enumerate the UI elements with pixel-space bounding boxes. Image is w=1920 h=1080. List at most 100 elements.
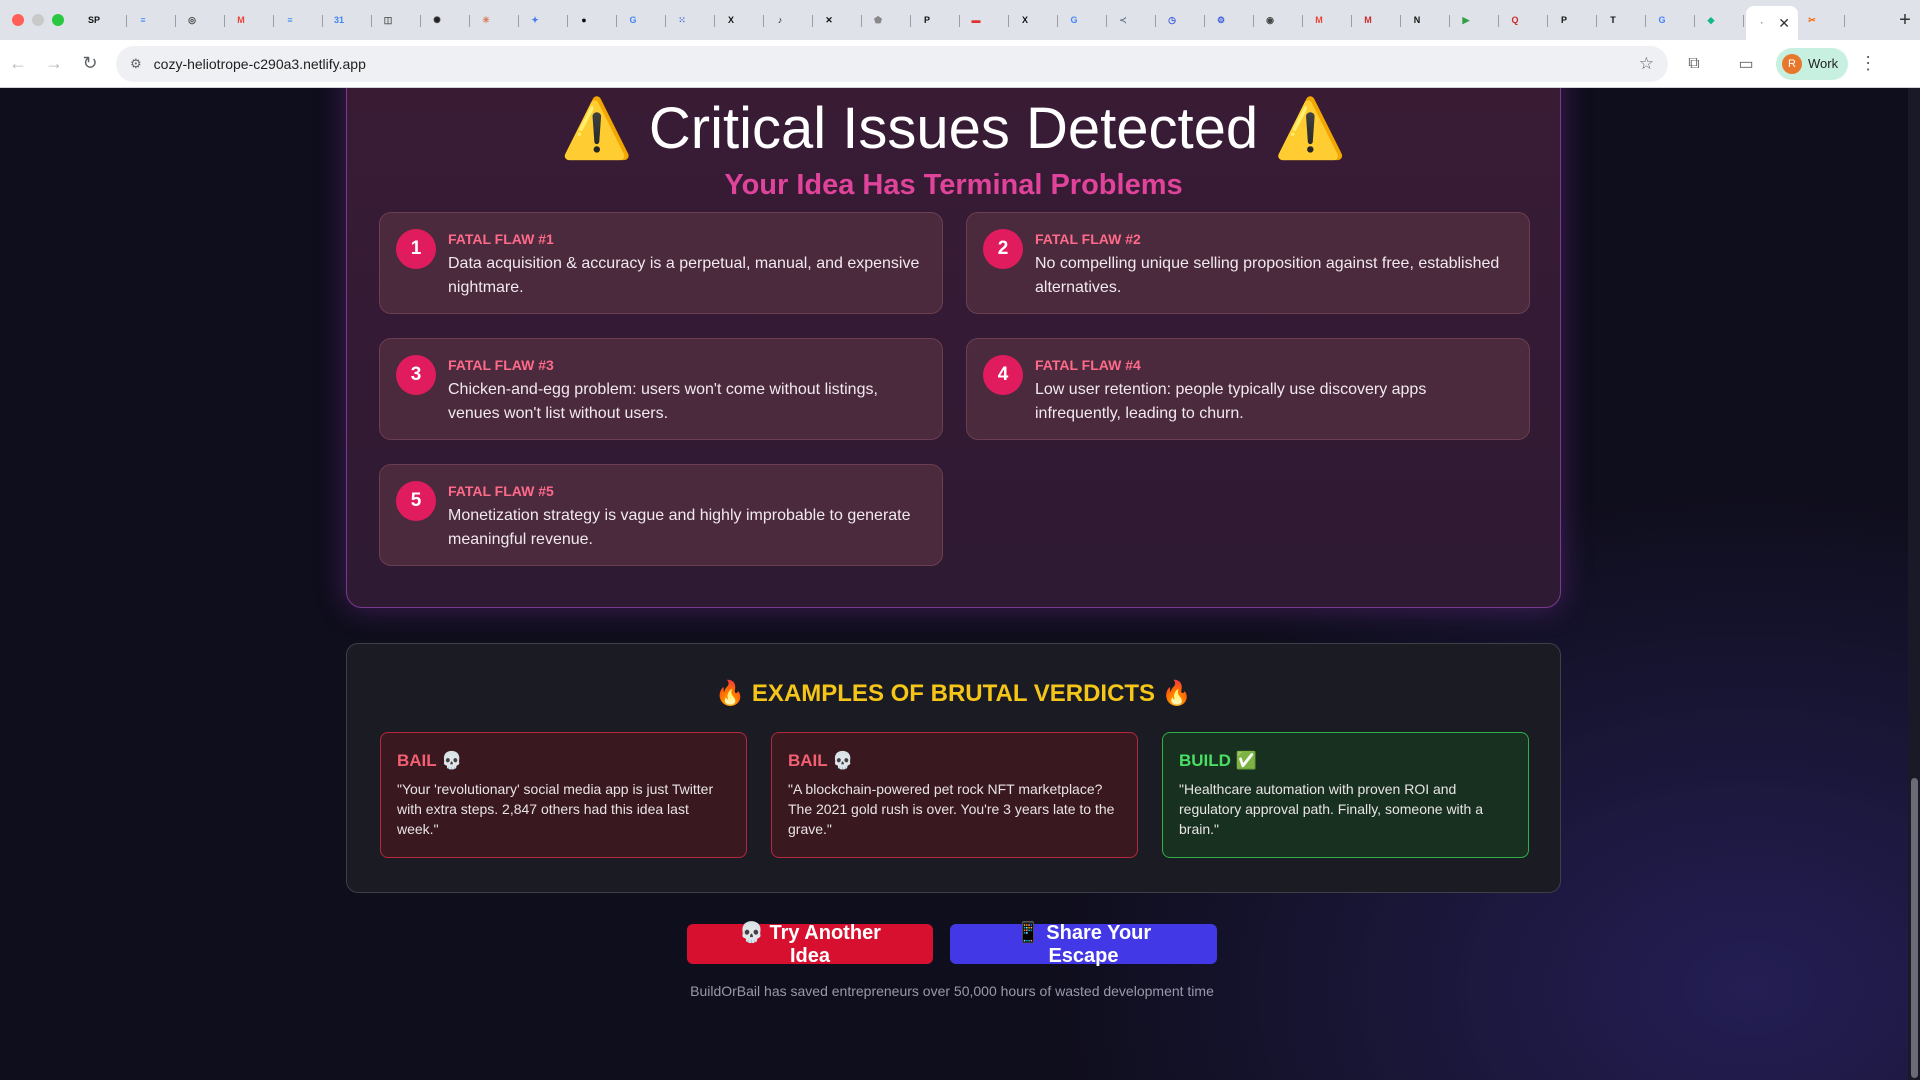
browser-tab[interactable]: ≡: [129, 4, 178, 36]
site-info-icon[interactable]: ⚙: [130, 56, 142, 72]
profile-button[interactable]: R Work: [1776, 47, 1849, 80]
box-icon: ◫: [383, 14, 393, 25]
grid-icon: ⁙: [678, 14, 686, 25]
browser-tab[interactable]: ✺: [423, 4, 472, 36]
flaw-label: FATAL FLAW #2: [1035, 231, 1141, 247]
browser-tab[interactable]: ✦: [521, 4, 570, 36]
browser-tab[interactable]: M: [1354, 4, 1403, 36]
tab-active[interactable]: · ✕: [1746, 6, 1798, 40]
gmail-icon: M: [1315, 15, 1323, 25]
page-viewport: ⚠️ Critical Issues Detected ⚠️ Your Idea…: [0, 88, 1920, 1080]
extensions-icon[interactable]: ⧉: [1668, 55, 1720, 73]
browser-tab[interactable]: P: [913, 4, 962, 36]
red-icon: ▬: [971, 15, 981, 25]
flaw-description: No compelling unique selling proposition…: [1035, 255, 1500, 296]
browser-tab[interactable]: 31: [325, 4, 374, 36]
flaw-number-badge: 1: [396, 229, 436, 269]
browser-tab[interactable]: ◷: [1158, 4, 1207, 36]
fatal-flaws-grid: 1 FATAL FLAW #1 Data acquisition & accur…: [379, 212, 1530, 566]
close-tab-icon[interactable]: ✕: [1778, 15, 1790, 32]
browser-tab[interactable]: ≺: [1109, 4, 1158, 36]
browser-tab[interactable]: G: [1648, 4, 1697, 36]
claude-icon: ✳: [482, 14, 490, 25]
page-scrollbar[interactable]: [1908, 88, 1920, 1080]
browser-menu-icon[interactable]: ⋮: [1848, 53, 1888, 74]
forward-icon[interactable]: →: [36, 53, 72, 74]
github-icon: ●: [581, 15, 587, 25]
critical-issues-panel: ⚠️ Critical Issues Detected ⚠️ Your Idea…: [346, 88, 1561, 608]
flaw-label: FATAL FLAW #5: [448, 483, 554, 499]
diamond-icon: ◆: [1707, 14, 1715, 25]
side-panel-icon[interactable]: ▭: [1720, 54, 1772, 74]
verdict-quote: "Healthcare automation with proven ROI a…: [1179, 781, 1484, 837]
fatal-flaw-card: 3 FATAL FLAW #3 Chicken-and-egg problem:…: [379, 338, 943, 440]
try-another-idea-button[interactable]: 💀 Try Another Idea: [687, 922, 933, 967]
share-icon: ≺: [1119, 14, 1127, 25]
bookmark-star-icon[interactable]: ☆: [1639, 54, 1654, 74]
browser-tab[interactable]: ≡: [276, 4, 325, 36]
close-window-button[interactable]: [12, 14, 24, 26]
share-your-escape-button[interactable]: 📱 Share Your Escape: [950, 922, 1217, 967]
verdict-label: BAIL 💀: [788, 751, 854, 770]
p-icon: P: [1560, 15, 1567, 25]
reload-icon[interactable]: ↻: [72, 53, 108, 74]
browser-tab[interactable]: G: [1060, 4, 1109, 36]
footer-note: BuildOrBail has saved entrepreneurs over…: [690, 983, 1214, 999]
quora-icon: Q: [1511, 15, 1519, 25]
url-text[interactable]: cozy-heliotrope-c290a3.netlify.app: [154, 56, 1639, 72]
verdict-quote: "A blockchain-powered pet rock NFT marke…: [788, 781, 1115, 837]
browser-tab[interactable]: ▶: [1452, 4, 1501, 36]
issues-title: ⚠️ Critical Issues Detected ⚠️: [560, 96, 1347, 161]
browser-tab[interactable]: ◎: [178, 4, 227, 36]
browser-tab[interactable]: X: [1011, 4, 1060, 36]
browser-tab[interactable]: ●: [570, 4, 619, 36]
browser-tab[interactable]: ✂: [1798, 4, 1847, 36]
tiktok-icon: ♪: [777, 15, 783, 25]
openai-icon: ✺: [433, 14, 441, 25]
shape-icon: ⬟: [874, 14, 882, 25]
browser-tab[interactable]: X: [717, 4, 766, 36]
browser-tab[interactable]: ♪: [766, 4, 815, 36]
browser-tab[interactable]: N: [1403, 4, 1452, 36]
browser-tab[interactable]: M: [227, 4, 276, 36]
flaw-label: FATAL FLAW #1: [448, 231, 554, 247]
browser-tab[interactable]: ✳: [472, 4, 521, 36]
address-bar[interactable]: ⚙ cozy-heliotrope-c290a3.netlify.app ☆: [116, 45, 1668, 82]
scrollbar-thumb[interactable]: [1911, 778, 1918, 1078]
x-icon: X: [727, 15, 734, 25]
maximize-window-button[interactable]: [52, 14, 64, 26]
chrome-icon: ◉: [1266, 14, 1274, 25]
browser-tab[interactable]: ◉: [1256, 4, 1305, 36]
browser-tab[interactable]: ⁙: [668, 4, 717, 36]
verdict-quote: "Your 'revolutionary' social media app i…: [397, 781, 714, 837]
flaw-number-badge: 5: [396, 481, 436, 521]
browser-tab[interactable]: T: [1599, 4, 1648, 36]
gemini-icon: ✦: [531, 14, 539, 25]
active-tab-icon: ·: [1760, 18, 1764, 28]
tab-strip: SP ≡ ◎ M ≡ 31 ◫ ✺ ✳ ✦ ● G ⁙ X ♪ ✕ ⬟ P ▬ X G ≺ ◷ ⚙ ◉ M M N ▶ Q P T G ◆ · ✕ ✂ …: [0, 0, 1920, 40]
sp-icon: SP: [87, 15, 100, 25]
browser-tab[interactable]: ▬: [962, 4, 1011, 36]
gmail-icon: M: [1364, 15, 1372, 25]
verdict-card-bail: BAIL 💀 "A blockchain-powered pet rock NF…: [771, 732, 1138, 858]
new-tab-button[interactable]: +: [1890, 9, 1920, 32]
browser-toolbar: ← → ↻ ⚙ cozy-heliotrope-c290a3.netlify.a…: [0, 40, 1920, 88]
browser-tab[interactable]: Q: [1501, 4, 1550, 36]
google-icon: G: [629, 15, 637, 25]
browser-tab[interactable]: M: [1305, 4, 1354, 36]
browser-tab[interactable]: ✕: [815, 4, 864, 36]
fatal-flaw-card: 2 FATAL FLAW #2 No compelling unique sel…: [966, 212, 1530, 314]
docs-icon: ≡: [140, 15, 146, 25]
back-icon[interactable]: ←: [0, 53, 36, 74]
browser-tab[interactable]: ⚙: [1207, 4, 1256, 36]
flaw-number-badge: 4: [983, 355, 1023, 395]
browser-tab[interactable]: ⬟: [864, 4, 913, 36]
google-icon: G: [1658, 15, 1666, 25]
browser-tab[interactable]: P: [1550, 4, 1599, 36]
browser-tab[interactable]: G: [619, 4, 668, 36]
browser-tab[interactable]: SP: [80, 4, 129, 36]
minimize-window-button[interactable]: [32, 14, 44, 26]
flaw-description: Low user retention: people typically use…: [1035, 381, 1427, 422]
browser-tab[interactable]: ◫: [374, 4, 423, 36]
browser-tab[interactable]: ◆: [1697, 4, 1746, 36]
